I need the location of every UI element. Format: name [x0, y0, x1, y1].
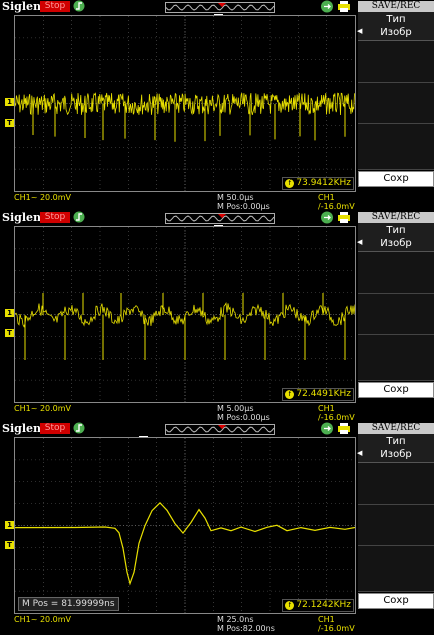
- run-stop-badge[interactable]: Stop: [40, 423, 70, 434]
- menu-slot: [358, 463, 434, 505]
- channel1-ground-marker[interactable]: 1: [5, 309, 14, 317]
- menu-slot: [358, 41, 434, 83]
- horizontal-position: M Pos:82.00ns: [217, 624, 275, 633]
- horizontal-position: M Pos:0.00μs: [217, 202, 270, 211]
- menu-slot: [358, 505, 434, 546]
- frequency-counter: f 72.4491KHz: [282, 388, 354, 401]
- save-button[interactable]: Сохр: [358, 171, 434, 187]
- usb-icon: [321, 422, 333, 435]
- top-status-bar: Siglent Stop: [0, 422, 356, 435]
- trigger-edge-icon: [73, 422, 85, 434]
- trigger-setting: CH1 /-16.0mV: [318, 404, 355, 422]
- run-stop-badge[interactable]: Stop: [40, 1, 70, 12]
- menu-title: SAVE/REC: [358, 212, 434, 223]
- menu-slot: [358, 124, 434, 170]
- grid: [15, 227, 355, 402]
- status-bar: CH1~ 20.0mV M 50.0μs M Pos:0.00μs CH1 /-…: [0, 192, 356, 212]
- save-button[interactable]: Сохр: [358, 593, 434, 609]
- trigger-level-marker[interactable]: T: [5, 119, 14, 127]
- status-bar: CH1~ 20.0mV M 25.0ns M Pos:82.00ns CH1 /…: [0, 614, 356, 634]
- waveform-display: [14, 226, 356, 403]
- save-rec-menu: SAVE/REC Тип ◀ Изобр Сохр: [356, 0, 434, 211]
- timebase: M 5.00μs: [217, 404, 254, 413]
- frequency-icon: f: [285, 601, 295, 610]
- trigger-level-marker[interactable]: T: [5, 329, 14, 337]
- printer-icon: [338, 1, 350, 12]
- type-value: Изобр: [380, 27, 412, 38]
- trigger-setting: CH1 /-16.0mV: [318, 193, 355, 211]
- frequency-icon: f: [285, 390, 295, 399]
- trigger-setting: CH1 /-16.0mV: [318, 615, 355, 633]
- frequency-counter: f 73.9412KHz: [282, 177, 354, 190]
- type-option[interactable]: Тип ◀ Изобр: [357, 12, 434, 41]
- type-value: Изобр: [380, 449, 412, 460]
- trigger-edge-icon: [73, 211, 85, 223]
- menu-slot: [358, 335, 434, 381]
- save-rec-menu: SAVE/REC Тип ◀ Изобр Сохр: [356, 211, 434, 422]
- channel1-ground-marker[interactable]: 1: [5, 98, 14, 106]
- channel-scale: CH1~ 20.0mV: [14, 615, 72, 624]
- trigger-edge-icon: [73, 0, 85, 12]
- type-option[interactable]: Тип ◀ Изобр: [357, 434, 434, 463]
- menu-slot: [358, 294, 434, 335]
- menu-title: SAVE/REC: [358, 1, 434, 12]
- timebase: M 25.0ns: [217, 615, 254, 624]
- frequency-counter: f 72.1242KHz: [282, 599, 354, 612]
- position-overlay: M Pos = 81.99999ns: [18, 597, 119, 611]
- type-value: Изобр: [380, 238, 412, 249]
- waveform-display: [14, 437, 356, 614]
- timebase: M 50.0μs: [217, 193, 254, 202]
- channel-scale: CH1~ 20.0mV: [14, 404, 72, 413]
- top-status-bar: Siglent Stop: [0, 211, 356, 224]
- channel1-ground-marker[interactable]: 1: [5, 521, 14, 529]
- waveform-display: [14, 15, 356, 192]
- memory-position-indicator: [165, 424, 275, 435]
- horizontal-position: M Pos:0.00μs: [217, 413, 270, 422]
- save-rec-menu: SAVE/REC Тип ◀ Изобр Сохр: [356, 422, 434, 633]
- frequency-value: 72.1242KHz: [296, 600, 351, 610]
- menu-slot: [358, 546, 434, 592]
- trigger-level-marker[interactable]: T: [5, 541, 14, 549]
- waveform-trace: [15, 92, 355, 116]
- usb-icon: [321, 0, 333, 13]
- memory-position-indicator: [165, 213, 275, 224]
- run-stop-badge[interactable]: Stop: [40, 212, 70, 223]
- frequency-icon: f: [285, 179, 295, 188]
- save-button[interactable]: Сохр: [358, 382, 434, 398]
- type-label: Тип: [386, 436, 406, 447]
- memory-position-indicator: [165, 2, 275, 13]
- frequency-value: 72.4491KHz: [296, 389, 351, 399]
- menu-title: SAVE/REC: [358, 423, 434, 434]
- printer-icon: [338, 423, 350, 434]
- usb-icon: [321, 211, 333, 224]
- grid: [15, 438, 355, 613]
- menu-slot: [358, 83, 434, 124]
- printer-icon: [338, 212, 350, 223]
- type-option[interactable]: Тип ◀ Изобр: [357, 223, 434, 252]
- top-status-bar: Siglent Stop: [0, 0, 356, 13]
- menu-slot: [358, 252, 434, 294]
- status-bar: CH1~ 20.0mV M 5.00μs M Pos:0.00μs CH1 /-…: [0, 403, 356, 423]
- type-label: Тип: [386, 14, 406, 25]
- type-label: Тип: [386, 225, 406, 236]
- frequency-value: 73.9412KHz: [296, 178, 351, 188]
- channel-scale: CH1~ 20.0mV: [14, 193, 72, 202]
